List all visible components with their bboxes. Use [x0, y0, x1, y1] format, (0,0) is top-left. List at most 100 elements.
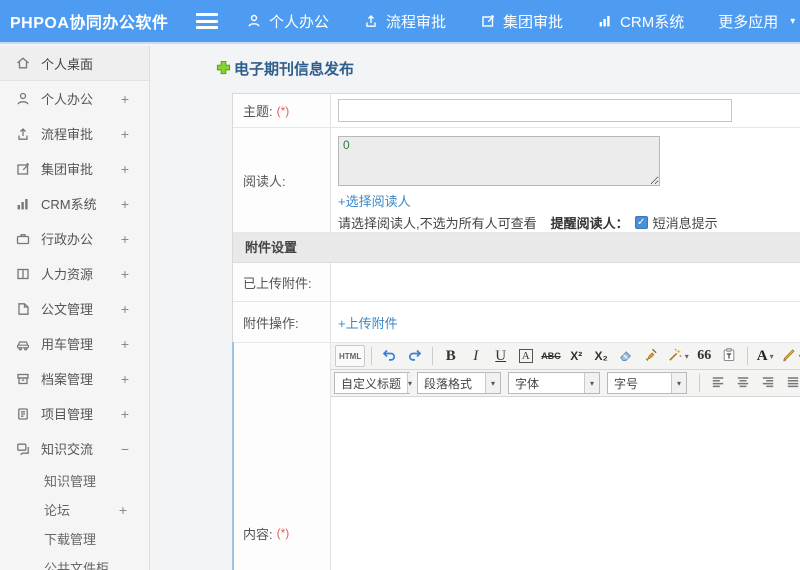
expand-toggle[interactable]: + [121, 266, 129, 282]
nav-personal-office[interactable]: 个人办公 [246, 11, 329, 32]
highlight-color-button[interactable]: ▾ [779, 345, 800, 367]
upload-attachment-link[interactable]: +上传附件 [338, 313, 398, 332]
sidebar-item-projects[interactable]: 项目管理 + [0, 396, 149, 431]
bold-button[interactable]: B [439, 345, 462, 367]
required-mark: (*) [276, 526, 290, 540]
briefcase-icon [15, 231, 31, 247]
nav-workflow-approval[interactable]: 流程审批 [363, 11, 446, 32]
expand-toggle[interactable]: + [121, 231, 129, 247]
redo-icon [406, 347, 423, 366]
broom-icon [643, 347, 659, 366]
redo-button[interactable] [403, 345, 426, 367]
expand-toggle[interactable]: + [121, 301, 129, 317]
underline-button[interactable]: U [489, 345, 512, 367]
archive-icon [15, 371, 31, 387]
content-row: 内容: (*) HTML B I U A ABC X² X₂ ▾ 66 A ▾ … [232, 342, 800, 570]
main-content: 电子期刊信息发布 主题: (*) 阅读人: 0 +选择阅读人 请选择阅读人,不选… [150, 46, 800, 570]
page-title-row: 电子期刊信息发布 [216, 58, 354, 79]
sidebar-item-group-approval[interactable]: 集团审批 + [0, 151, 149, 186]
subject-input[interactable] [338, 99, 732, 122]
paste-text-button[interactable] [718, 345, 741, 367]
font-style-button[interactable]: A [514, 345, 537, 367]
sidebar-subitem-forum[interactable]: 论坛 + [0, 495, 149, 524]
expand-toggle[interactable]: + [119, 502, 127, 518]
expand-toggle[interactable]: + [121, 91, 129, 107]
sidebar-item-hr[interactable]: 人力资源 + [0, 256, 149, 291]
book-icon [15, 266, 31, 282]
font-size-select[interactable]: 字号 ▾ [607, 372, 687, 394]
auto-typeset-button[interactable]: ▾ [665, 345, 691, 367]
clipboard-icon [721, 347, 737, 366]
font-color-button[interactable]: A ▾ [754, 345, 777, 367]
caret-down-icon: ▾ [769, 351, 774, 361]
add-icon [216, 60, 231, 78]
sidebar-item-crm[interactable]: CRM系统 + [0, 186, 149, 221]
sidebar-item-knowledge[interactable]: 知识交流 − [0, 431, 149, 466]
rich-text-editor: HTML B I U A ABC X² X₂ ▾ 66 A ▾ 自定义标题 ▾ … [331, 343, 800, 570]
sidebar-item-desktop[interactable]: 个人桌面 [0, 46, 149, 81]
chart-icon [597, 13, 613, 29]
readers-textarea[interactable]: 0 [338, 136, 660, 186]
collapse-toggle[interactable]: − [121, 441, 129, 457]
align-right-button[interactable] [756, 372, 779, 394]
blockquote-button[interactable]: 66 [693, 345, 716, 367]
align-left-button[interactable] [706, 372, 729, 394]
align-justify-icon [785, 374, 800, 393]
sidebar-item-documents[interactable]: 公文管理 + [0, 291, 149, 326]
source-code-button[interactable]: HTML [335, 345, 366, 367]
sms-label: 短消息提示 [652, 216, 718, 231]
edit-icon [480, 13, 496, 29]
user-icon [15, 91, 31, 107]
align-justify-button[interactable] [781, 372, 800, 394]
nav-group-approval[interactable]: 集团审批 [480, 11, 563, 32]
select-readers-link[interactable]: +选择阅读人 [338, 191, 800, 210]
expand-toggle[interactable]: + [121, 336, 129, 352]
sidebar-subitem-downloads[interactable]: 下载管理 [0, 524, 149, 553]
italic-button[interactable]: I [464, 345, 487, 367]
content-label: 内容: [243, 526, 273, 542]
subscript-button[interactable]: X₂ [590, 345, 613, 367]
strikethrough-button[interactable]: ABC [539, 345, 563, 367]
nav-crm-system[interactable]: CRM系统 [597, 11, 684, 32]
readers-hint: 请选择阅读人,不选为所有人可查看 [338, 216, 537, 231]
remove-format-button[interactable] [615, 345, 638, 367]
attachment-ops-label: 附件操作: [243, 315, 299, 331]
heading-select[interactable]: 自定义标题 ▾ [334, 372, 413, 394]
sidebar-subitem-public-files[interactable]: 公共文件柜 [0, 553, 149, 570]
expand-toggle[interactable]: + [121, 126, 129, 142]
sidebar-item-admin-office[interactable]: 行政办公 + [0, 221, 149, 256]
align-center-button[interactable] [731, 372, 754, 394]
sidebar-item-personal-office[interactable]: 个人办公 + [0, 81, 149, 116]
expand-toggle[interactable]: + [121, 161, 129, 177]
expand-toggle[interactable]: + [121, 196, 129, 212]
caret-down-icon: ▾ [584, 373, 599, 393]
readers-row: 阅读人: 0 +选择阅读人 请选择阅读人,不选为所有人可查看 提醒阅读人： ✓ … [233, 128, 800, 233]
sidebar-item-vehicles[interactable]: 用车管理 + [0, 326, 149, 361]
sidebar-item-archives[interactable]: 档案管理 + [0, 361, 149, 396]
sidebar-subitem-knowledge-mgmt[interactable]: 知识管理 [0, 466, 149, 495]
align-left-icon [710, 374, 726, 393]
undo-button[interactable] [378, 345, 401, 367]
caret-down-icon[interactable]: ▾ [790, 16, 795, 27]
superscript-button[interactable]: X² [565, 345, 588, 367]
required-mark: (*) [276, 103, 290, 118]
workflow-icon [363, 13, 379, 29]
sms-checkbox[interactable]: ✓ [634, 216, 648, 229]
top-nav: 个人办公 流程审批 集团审批 CRM系统 更多应用 ▾ [246, 11, 795, 32]
font-family-select[interactable]: 字体 ▾ [508, 372, 600, 394]
attachment-section-header: 附件设置 [233, 233, 800, 263]
menu-icon[interactable] [196, 13, 218, 29]
expand-toggle[interactable]: + [121, 406, 129, 422]
undo-icon [381, 347, 398, 366]
nav-more-apps[interactable]: 更多应用 [718, 11, 778, 32]
format-painter-button[interactable] [640, 345, 663, 367]
sidebar-item-workflow-approval[interactable]: 流程审批 + [0, 116, 149, 151]
caret-down-icon: ▾ [407, 373, 413, 393]
expand-toggle[interactable]: + [121, 371, 129, 387]
align-right-icon [760, 374, 776, 393]
editor-content-area[interactable] [331, 397, 800, 570]
uploaded-attachments-row: 已上传附件: [233, 263, 800, 302]
eraser-icon [618, 347, 634, 366]
paragraph-format-select[interactable]: 段落格式 ▾ [417, 372, 501, 394]
highlighter-icon [781, 347, 797, 366]
